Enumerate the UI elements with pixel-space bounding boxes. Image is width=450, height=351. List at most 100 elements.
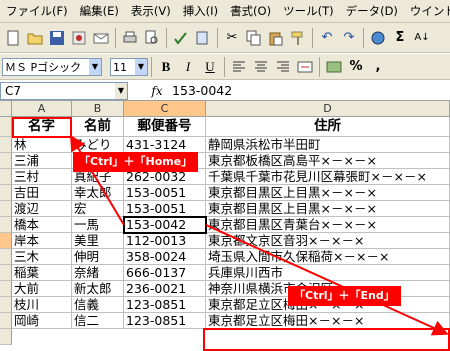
row-header[interactable] <box>0 233 12 249</box>
select-all-corner[interactable] <box>0 101 12 117</box>
table-cell[interactable]: 幸太郎 <box>72 185 124 201</box>
comma-style-icon[interactable]: , <box>368 57 388 77</box>
table-cell[interactable]: 奈緒 <box>72 265 124 281</box>
table-cell[interactable]: 千葉県千葉市花見川区幕張町×－×－× <box>206 169 450 185</box>
sort-icon[interactable]: A↓ <box>412 28 432 48</box>
merge-center-icon[interactable] <box>295 57 315 77</box>
table-cell[interactable]: 林 <box>12 137 72 153</box>
table-cell[interactable]: 東京都板橋区高島平×－×－× <box>206 153 450 169</box>
table-cell[interactable]: 123-0851 <box>124 297 206 313</box>
table-cell[interactable]: 112-0013 <box>124 233 206 249</box>
function-icon[interactable]: fx <box>146 84 168 98</box>
table-cell[interactable]: 美里 <box>72 233 124 249</box>
paste-icon[interactable] <box>266 28 286 48</box>
formula-input[interactable]: 153-0042 <box>172 83 232 98</box>
table-cell[interactable]: 吉田 <box>12 185 72 201</box>
row-header[interactable] <box>0 329 12 345</box>
table-cell[interactable]: 兵庫県川西市 <box>206 265 450 281</box>
row-header[interactable] <box>0 249 12 265</box>
align-center-icon[interactable] <box>251 57 271 77</box>
undo-icon[interactable]: ↶ <box>317 28 337 48</box>
row-header[interactable] <box>0 169 12 185</box>
email-icon[interactable] <box>91 28 111 48</box>
table-cell[interactable]: 三村 <box>12 169 72 185</box>
table-cell[interactable]: 東京都目黒区青葉台×－×－× <box>206 217 450 233</box>
header-cell-surname[interactable]: 名字 <box>12 117 72 137</box>
table-cell[interactable]: 大前 <box>12 281 72 297</box>
row-header[interactable] <box>0 217 12 233</box>
table-cell[interactable]: 稲葉 <box>12 265 72 281</box>
row-header[interactable] <box>0 281 12 297</box>
name-box[interactable]: C7 ▼ <box>0 81 128 100</box>
header-cell-given-name[interactable]: 名前 <box>72 117 124 137</box>
print-icon[interactable] <box>120 28 140 48</box>
table-cell[interactable]: 153-0051 <box>124 201 206 217</box>
row-header[interactable] <box>0 265 12 281</box>
font-size-select[interactable]: 11 ▼ <box>110 57 148 76</box>
table-cell[interactable]: 236-0021 <box>124 281 206 297</box>
row-header[interactable] <box>0 313 12 329</box>
table-cell[interactable]: 三浦 <box>12 153 72 169</box>
menu-window[interactable]: ウインドウ <box>404 3 450 19</box>
table-cell[interactable]: 岸本 <box>12 233 72 249</box>
table-cell[interactable]: 123-0851 <box>124 313 206 329</box>
menu-view[interactable]: 表示(V) <box>125 3 177 19</box>
table-cell[interactable]: 橋本 <box>12 217 72 233</box>
table-cell[interactable]: 伸明 <box>72 249 124 265</box>
table-cell[interactable]: 東京都目黒区上目黒×－×－× <box>206 201 450 217</box>
table-cell[interactable]: 枝川 <box>12 297 72 313</box>
table-cell[interactable]: 埼玉県入間市久保稲荷×－×－× <box>206 249 450 265</box>
bold-button[interactable]: B <box>156 57 176 77</box>
table-cell[interactable]: 東京都目黒区上目黒×－×－× <box>206 185 450 201</box>
redo-icon[interactable]: ↷ <box>339 28 359 48</box>
table-cell[interactable]: 153-0051 <box>124 185 206 201</box>
italic-button[interactable]: I <box>178 57 198 77</box>
table-cell[interactable]: 信義 <box>72 297 124 313</box>
currency-icon[interactable] <box>324 57 344 77</box>
row-header[interactable] <box>0 153 12 169</box>
permission-icon[interactable] <box>69 28 89 48</box>
font-name-select[interactable]: ＭＳ Pゴシック ▼ <box>2 57 102 76</box>
new-icon[interactable] <box>3 28 23 48</box>
research-icon[interactable] <box>193 28 213 48</box>
align-left-icon[interactable] <box>229 57 249 77</box>
column-header-b[interactable]: B <box>72 101 124 117</box>
table-cell[interactable]: 東京都足立区梅田×－×－× <box>206 313 450 329</box>
open-icon[interactable] <box>25 28 45 48</box>
table-cell[interactable]: 666-0137 <box>124 265 206 281</box>
table-cell[interactable]: 渡辺 <box>12 201 72 217</box>
menu-tools[interactable]: ツール(T) <box>277 3 340 19</box>
column-header-c[interactable]: C <box>124 101 206 117</box>
align-right-icon[interactable] <box>273 57 293 77</box>
print-preview-icon[interactable] <box>142 28 162 48</box>
row-header[interactable] <box>0 185 12 201</box>
cut-icon[interactable]: ✂ <box>222 28 242 48</box>
table-cell[interactable]: 358-0024 <box>124 249 206 265</box>
underline-button[interactable]: U <box>200 57 220 77</box>
row-header[interactable] <box>0 137 12 153</box>
table-cell[interactable]: 岡崎 <box>12 313 72 329</box>
table-cell[interactable]: みどり <box>72 137 124 153</box>
table-cell[interactable]: 東京都文京区音羽×－×－× <box>206 233 450 249</box>
menu-format[interactable]: 書式(O) <box>224 3 277 19</box>
menu-file[interactable]: ファイル(F) <box>0 3 74 19</box>
header-cell-postal-code[interactable]: 郵便番号 <box>124 117 206 137</box>
hyperlink-icon[interactable] <box>368 28 388 48</box>
table-cell[interactable]: 431-3124 <box>124 137 206 153</box>
percent-icon[interactable]: % <box>346 57 366 77</box>
table-cell[interactable]: 静岡県浜松市半田町 <box>206 137 450 153</box>
save-icon[interactable] <box>47 28 67 48</box>
header-cell-address[interactable]: 住所 <box>206 117 450 137</box>
menu-insert[interactable]: 挿入(I) <box>177 3 224 19</box>
table-cell[interactable]: 新太郎 <box>72 281 124 297</box>
row-header[interactable] <box>0 117 12 137</box>
copy-icon[interactable] <box>244 28 264 48</box>
table-cell[interactable]: 一馬 <box>72 217 124 233</box>
table-cell[interactable]: 信二 <box>72 313 124 329</box>
row-header[interactable] <box>0 201 12 217</box>
row-header[interactable] <box>0 297 12 313</box>
autosum-icon[interactable]: Σ <box>390 28 410 48</box>
spell-check-icon[interactable] <box>171 28 191 48</box>
menu-data[interactable]: データ(D) <box>340 3 404 19</box>
menu-edit[interactable]: 編集(E) <box>74 3 125 19</box>
